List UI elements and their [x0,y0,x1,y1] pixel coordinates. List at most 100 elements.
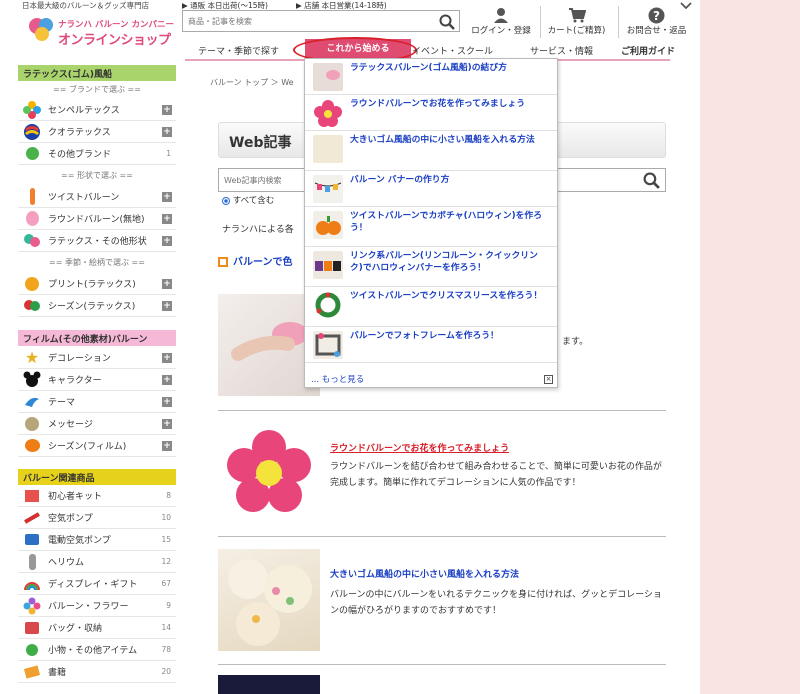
sidebar-item-twist-balloon[interactable]: ツイストバルーン + [18,186,176,208]
sidebar-item-other-brand[interactable]: その他ブランド 1 [18,143,176,165]
dropdown-item-label: ツイストバルーンでカボチャ(ハロウィン)を作ろう！ [350,211,542,233]
related-section-heading[interactable]: バルーン関連商品 [18,469,176,485]
dropdown-thumbnail [313,99,343,127]
getting-started-dropdown: ラテックスバルーン(ゴム風船)の結び方 ラウンドバルーンでお花を作ってみましょう… [304,58,558,388]
expand-plus-icon[interactable]: + [162,235,172,246]
sidebar-item-label: バルーン・フラワー [48,602,129,612]
dropdown-item[interactable]: バルーン バナーの作り方 [305,171,557,207]
sidebar-item-sempertex[interactable]: センペルテックス + [18,99,176,121]
sidebar-item-label: その他ブランド [48,150,112,160]
contact-button[interactable]: ? お問合せ・返品 [618,6,694,38]
dropdown-item-label: 大きいゴム風船の中に小さい風船を入れる方法 [350,135,535,145]
radio-all[interactable] [222,196,230,205]
article-title-link[interactable]: ラウンドバルーンでお花を作ってみましょう [330,441,509,454]
dropdown-item[interactable]: ツイストバルーンでクリスマスリースを作ろう！ [305,287,557,327]
show-more-link[interactable]: ... もっと見る [311,373,364,385]
sidebar-item-electric-pump[interactable]: 電動空気ポンプ 15 [18,529,176,551]
section-heading-text: バルーンで色 [233,257,293,268]
tab-event-school[interactable]: イベント・スクール [412,44,493,57]
print-balloon-icon [22,275,42,293]
tab-user-guide[interactable]: ご利用ガイド [621,44,675,57]
rainbow-balloon-icon [22,123,42,141]
sidebar-item-latex-other-shape[interactable]: ラテックス・その他形状 + [18,230,176,252]
sidebar-item-accessories[interactable]: 小物・その他アイテム 78 [18,639,176,661]
expand-plus-icon[interactable]: + [162,300,172,311]
breadcrumb[interactable]: バルーン トップ ＞ We [210,77,294,88]
expand-plus-icon[interactable]: + [162,418,172,429]
dropdown-item-label: リンク系バルーン(リンコルーン・クイックリンク)でハロウィンバナーを作ろう！ [350,251,538,273]
brand-subheading: == ブランドで選ぶ == [53,85,141,94]
sidebar-item-air-pump[interactable]: 空気ポンプ 10 [18,507,176,529]
search-icon[interactable] [643,172,660,189]
page: 日本最大級のバルーン＆グッズ専門店 ナランハ バルーン カンパニー オンラインシ… [0,0,700,694]
kit-icon [22,487,42,505]
sidebar-item-starter-kit[interactable]: 初心者キット 8 [18,485,176,507]
article-thumbnail[interactable] [218,421,320,523]
sidebar-item-label: ヘリウム [48,558,85,568]
sidebar-item-theme[interactable]: テーマ + [18,391,176,413]
chevron-down-icon[interactable] [680,2,692,10]
article-thumbnail[interactable] [218,675,320,694]
expand-plus-icon[interactable]: + [162,213,172,224]
tab-theme-season[interactable]: テーマ・季節で探す [198,44,279,57]
latex-section-heading[interactable]: ラテックス(ゴム)風船 [18,65,176,81]
sidebar-item-season-latex[interactable]: シーズン(ラテックス) + [18,295,176,317]
dropdown-item[interactable]: ラテックスバルーン(ゴム風船)の結び方 [305,59,557,95]
sidebar-item-label: ラテックス・その他形状 [48,237,147,247]
sidebar-item-label: 書籍 [48,668,67,678]
sidebar-item-label: ツイストバルーン [48,193,120,203]
site-search[interactable] [182,10,460,32]
sidebar-item-qualatex[interactable]: クオラテックス + [18,121,176,143]
dropdown-item[interactable]: ラウンドバルーンでお花を作ってみましょう [305,95,557,131]
expand-plus-icon[interactable]: + [162,374,172,385]
article-item[interactable]: ラウンドバルーンでお花を作ってみましょう ラウンドバルーンを結び合わせて組み合わ… [218,410,666,536]
dropdown-item[interactable]: リンク系バルーン(リンコルーン・クイックリンク)でハロウィンバナーを作ろう！ [305,247,557,287]
sidebar-item-character[interactable]: キャラクター + [18,369,176,391]
sidebar-item-label: クオラテックス [48,128,111,138]
heart-balloon-icon [22,232,42,250]
cart-button[interactable]: カート(ご精算) [540,6,612,38]
expand-plus-icon[interactable]: + [162,104,172,115]
article-description: ます。 [562,337,589,347]
sidebar-item-bag-storage[interactable]: バッグ・収納 14 [18,617,176,639]
expand-plus-icon[interactable]: + [162,126,172,137]
sidebar-item-label: プリント(ラテックス) [48,280,136,290]
article-thumbnail[interactable] [218,549,320,651]
sidebar-item-message[interactable]: メッセージ + [18,413,176,435]
expand-plus-icon[interactable]: + [162,191,172,202]
sidebar-item-balloon-flower[interactable]: バルーン・フラワー 9 [18,595,176,617]
article-item[interactable]: 大きいゴム風船の中に小さい風船を入れる方法 バルーンの中にバルーンをいれるテクニ… [218,536,666,664]
article-title-link[interactable]: 大きいゴム風船の中に小さい風船を入れる方法 [330,567,519,580]
dropdown-item[interactable]: 大きいゴム風船の中に小さい風船を入れる方法 [305,131,557,171]
sidebar-item-books[interactable]: 書籍 20 [18,661,176,683]
sidebar-item-decoration[interactable]: ★ デコレーション + [18,347,176,369]
svg-text:?: ? [653,9,660,23]
site-tagline: 日本最大級のバルーン＆グッズ専門店 [22,1,150,10]
article-description: バルーンの中にバルーンをいれるテクニックを身に付ければ、グッとデコレーションの幅… [330,590,662,616]
twist-balloon-icon [22,188,42,206]
item-count: 14 [161,623,171,632]
sidebar-item-round-balloon[interactable]: ラウンドバルーン(無地) + [18,208,176,230]
sidebar-item-helium[interactable]: ヘリウム 12 [18,551,176,573]
film-section-heading[interactable]: フィルム(その他素材)バルーン [18,330,176,346]
radio-all-label[interactable]: すべて含む [233,196,275,206]
article-item[interactable] [218,664,666,694]
sidebar-item-season-film[interactable]: シーズン(フィルム) + [18,435,176,457]
dropdown-item[interactable]: バルーンでフォトフレームを作ろう！ [305,327,557,363]
sidebar-item-print-latex[interactable]: プリント(ラテックス) + [18,273,176,295]
tab-service-info[interactable]: サービス・情報 [530,44,593,57]
expand-plus-icon[interactable]: + [162,396,172,407]
search-icon[interactable] [439,14,455,30]
dropdown-thumbnail [313,251,343,279]
site-logo[interactable]: ナランハ バルーン カンパニー オンラインショップ [28,14,178,54]
site-search-input[interactable] [183,11,433,31]
sidebar-item-display-gift[interactable]: ディスプレイ・ギフト 67 [18,573,176,595]
dropdown-item[interactable]: ツイストバルーンでカボチャ(ハロウィン)を作ろう！ [305,207,557,247]
dropdown-thumbnail [313,63,343,91]
expand-plus-icon[interactable]: + [162,352,172,363]
login-button[interactable]: ログイン・登録 [466,6,536,38]
close-icon[interactable]: × [544,375,553,384]
expand-plus-icon[interactable]: + [162,278,172,289]
item-count: 8 [166,491,171,500]
expand-plus-icon[interactable]: + [162,440,172,451]
